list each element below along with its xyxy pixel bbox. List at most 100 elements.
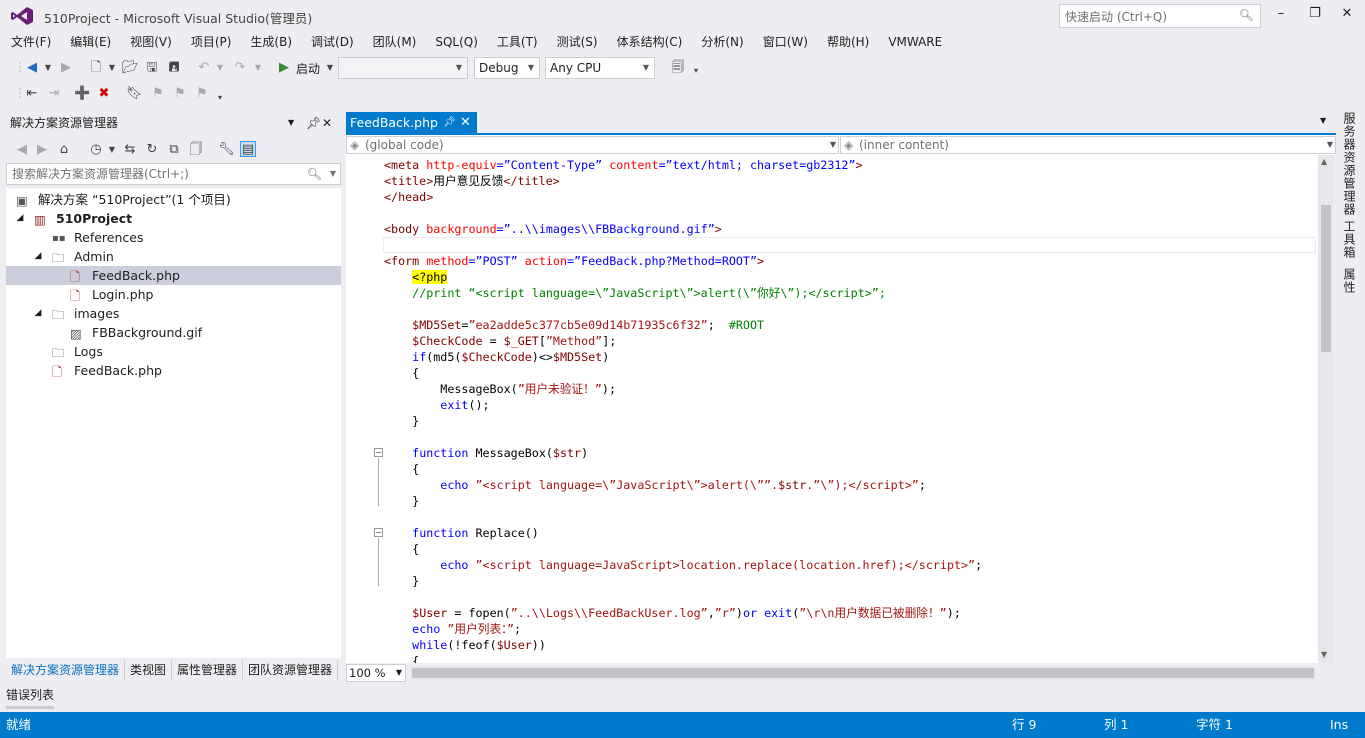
toolbar-overflow-icon[interactable]: ▾ [212, 90, 228, 106]
menu-test[interactable]: 测试(S) [552, 32, 603, 52]
navigate-back-icon[interactable]: ◀ [24, 60, 40, 76]
preview-selected-items-icon[interactable]: ▤ [240, 141, 256, 157]
tree-node-project[interactable]: ◢ ▥ 510Project [6, 209, 341, 228]
bookmark-icon[interactable]: 🔖︎ [126, 86, 143, 102]
tab-property-manager[interactable]: 属性管理器 [172, 660, 244, 680]
tab-team-explorer[interactable]: 团队资源管理器 [243, 660, 339, 680]
undo-icon[interactable]: ↶ [196, 60, 212, 76]
minimize-button[interactable]: – [1270, 6, 1292, 24]
quick-launch-input[interactable]: 快速启动 (Ctrl+Q) 🔍︎ [1059, 4, 1261, 28]
menu-team[interactable]: 团队(M) [368, 32, 422, 52]
vertical-scroll-thumb[interactable] [1321, 205, 1331, 352]
tree-node-solution[interactable]: ▣ 解决方案 “510Project”(1 个项目) [6, 190, 341, 209]
pending-changes-filter-icon[interactable]: ◷ [88, 142, 104, 158]
tree-node-admin-folder[interactable]: ◢ 🗀︎ Admin [6, 247, 341, 266]
code-editor[interactable]: − − <meta http-equiv=”Content-Type” cont… [346, 155, 1318, 663]
tree-node-login[interactable]: 🗋︎ Login.php [6, 285, 341, 304]
expanded-triangle-icon[interactable]: ◢ [14, 209, 26, 228]
menu-project[interactable]: 项目(P) [186, 32, 237, 52]
search-options-icon[interactable]: ▼ [330, 164, 336, 184]
properties-tab[interactable]: 属性 [1341, 268, 1358, 294]
expanded-triangle-icon[interactable]: ◢ [32, 304, 44, 323]
target-combo[interactable]: ▼ [338, 57, 468, 79]
expanded-triangle-icon[interactable]: ◢ [32, 247, 44, 266]
redo-icon[interactable]: ↷ [232, 60, 248, 76]
sync-icon[interactable]: ⇆ [122, 142, 138, 158]
menu-architecture[interactable]: 体系结构(C) [612, 32, 688, 52]
tree-node-feedback-root[interactable]: 🗋︎ FeedBack.php [6, 361, 341, 380]
tree-node-fbbackground[interactable]: ▨ FBBackground.gif [6, 323, 341, 342]
close-tab-icon[interactable]: ✕ [460, 112, 471, 134]
uncomment-lines-icon[interactable]: ✖ [96, 86, 112, 102]
increase-indent-icon[interactable]: ⇥ [46, 86, 62, 102]
document-tab-feedback[interactable]: FeedBack.php 📌︎ ✕ [346, 112, 477, 134]
member-combo[interactable]: ◈ (inner content) ▼ [840, 136, 1336, 154]
scroll-down-icon[interactable]: ▼ [1321, 650, 1327, 659]
close-panel-icon[interactable]: ✕ [322, 112, 332, 134]
back-icon[interactable]: ◀ [14, 142, 30, 158]
forward-icon[interactable]: ▶ [34, 142, 50, 158]
save-all-icon[interactable]: 🖪︎ [166, 60, 182, 76]
menu-file[interactable]: 文件(F) [6, 32, 56, 52]
back-dropdown-icon[interactable]: ▼ [40, 60, 56, 76]
menu-sql[interactable]: SQL(Q) [430, 32, 483, 52]
pin-icon[interactable]: 📌︎ [306, 112, 321, 134]
menu-debug[interactable]: 调试(D) [306, 32, 359, 52]
home-icon[interactable]: ⌂ [56, 142, 72, 158]
scope-combo[interactable]: ◈ (global code) ▼ [346, 136, 839, 154]
menu-view[interactable]: 视图(V) [125, 32, 177, 52]
platform-combo[interactable]: Any CPU ▼ [545, 57, 655, 79]
toolbar-overflow-icon[interactable]: ▾ [688, 63, 704, 79]
tab-solution-explorer[interactable]: 解决方案资源管理器 [6, 660, 126, 680]
menu-build[interactable]: 生成(B) [245, 32, 297, 52]
tab-class-view[interactable]: 类视图 [125, 660, 173, 680]
new-dropdown-icon[interactable]: ▼ [104, 60, 120, 76]
open-file-icon[interactable]: 📂︎ [122, 60, 139, 76]
navigate-forward-icon[interactable]: ▶ [58, 60, 74, 76]
show-all-files-icon[interactable]: 🗍︎ [188, 142, 204, 158]
server-explorer-tab[interactable]: 服务器资源管理器 [1341, 112, 1358, 216]
configuration-combo[interactable]: Debug ▼ [474, 57, 540, 79]
solution-search-input[interactable]: 搜索解决方案资源管理器(Ctrl+;) 🔍︎ ▼ [6, 163, 341, 185]
collapse-region-icon[interactable]: − [374, 528, 383, 537]
undo-dropdown-icon[interactable]: ▼ [212, 60, 228, 76]
restore-button[interactable]: ❐ [1304, 6, 1326, 24]
redo-dropdown-icon[interactable]: ▼ [250, 60, 266, 76]
start-debug-icon[interactable]: ▶ [276, 60, 292, 76]
pin-tab-icon[interactable]: 📌︎ [443, 112, 456, 134]
zoom-combo[interactable]: 100 % ▼ [346, 664, 406, 682]
start-dropdown-icon[interactable]: ▼ [322, 60, 338, 76]
tree-node-references[interactable]: ▪▪ References [6, 228, 341, 247]
code-line: { [384, 366, 420, 380]
close-window-button[interactable]: ✕ [1336, 6, 1358, 24]
filter-dropdown-icon[interactable]: ▼ [104, 142, 120, 158]
tree-node-images-folder[interactable]: ◢ 🗀︎ images [6, 304, 341, 323]
tree-node-logs-folder[interactable]: 🗀︎ Logs [6, 342, 341, 361]
decrease-indent-icon[interactable]: ⇤ [24, 86, 40, 102]
panel-dropdown-icon[interactable]: ▼ [288, 112, 294, 134]
properties-icon[interactable]: 🔧︎ [218, 142, 235, 158]
horizontal-scroll-thumb[interactable] [412, 668, 1314, 678]
scroll-up-icon[interactable]: ▲ [1321, 157, 1327, 166]
menu-window[interactable]: 窗口(W) [758, 32, 813, 52]
save-icon[interactable]: 🖫︎ [144, 60, 160, 76]
start-debug-label[interactable]: 启动 [296, 60, 320, 77]
menu-edit[interactable]: 编辑(E) [65, 32, 116, 52]
collapse-region-icon[interactable]: − [374, 448, 383, 457]
menu-analyze[interactable]: 分析(N) [696, 32, 748, 52]
comment-lines-icon[interactable]: ➕ [74, 86, 90, 102]
next-bookmark-icon[interactable]: ⚑ [172, 86, 188, 102]
clear-bookmarks-icon[interactable]: ⚑ [194, 86, 210, 102]
toolbox-tab[interactable]: 工具箱 [1341, 220, 1358, 259]
refresh-icon[interactable]: ↻ [144, 142, 160, 158]
find-in-files-icon[interactable]: 🗐︎ [670, 60, 686, 76]
new-project-icon[interactable]: 🗋︎ [88, 60, 104, 76]
tree-node-feedback-admin[interactable]: 🗋︎ FeedBack.php [6, 266, 341, 285]
collapse-all-icon[interactable]: ⧉ [166, 142, 182, 158]
menu-vmware[interactable]: VMWARE [883, 32, 947, 52]
previous-bookmark-icon[interactable]: ⚑ [150, 86, 166, 102]
tab-list-dropdown-icon[interactable]: ▼ [1320, 116, 1326, 125]
menu-tools[interactable]: 工具(T) [492, 32, 543, 52]
tab-error-list[interactable]: 错误列表 [6, 686, 54, 703]
menu-help[interactable]: 帮助(H) [822, 32, 874, 52]
